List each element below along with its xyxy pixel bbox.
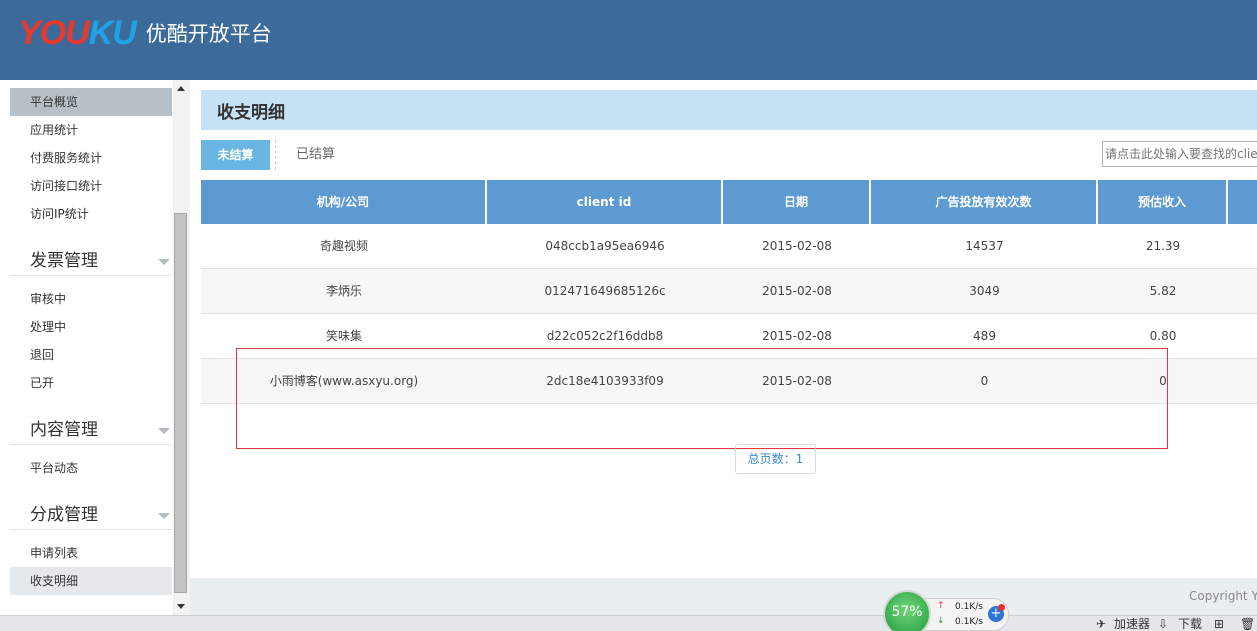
tab-unsettled[interactable]: 未结算	[201, 140, 270, 170]
pager-total-pages: 总页数：1	[735, 444, 816, 474]
sidebar-item-returned[interactable]: 退回	[10, 341, 172, 369]
main-content: 收支明细 未结算 已结算 机构/公司 client id 日期 广告投放有效次数…	[190, 80, 1257, 578]
sidebar-item-processing[interactable]: 处理中	[10, 313, 172, 341]
cell-company: 奇趣视频	[319, 239, 368, 253]
page-title: 收支明细	[217, 103, 285, 123]
download-icon[interactable]: ⇩	[1158, 616, 1168, 631]
logo-you: YOU	[18, 14, 90, 52]
scroll-up-arrow-icon[interactable]	[177, 86, 185, 91]
column-header-date: 日期	[723, 180, 871, 224]
sidebar-item-platform-overview[interactable]: 平台概览	[10, 88, 172, 116]
browser-status-bar: ✈ 加速器 ⇩ 下载 ⊞ 🗑	[0, 615, 1257, 631]
trash-icon[interactable]: 🗑	[1240, 616, 1255, 631]
table-row: 小雨博客(www.asxyu.org) 2dc18e4103933f09 201…	[201, 359, 1257, 404]
cell-client-id: 012471649685126c	[544, 284, 666, 298]
header: YOU KU 优酷开放平台	[0, 0, 1257, 80]
cell-client-id: 2dc18e4103933f09	[546, 374, 664, 388]
caret-down-icon	[158, 259, 170, 265]
cell-ad-count: 489	[973, 329, 996, 343]
platform-title: 优酷开放平台	[145, 22, 272, 46]
cell-income: 5.82	[1149, 284, 1177, 298]
column-header-estimated-income: 预估收入	[1098, 180, 1228, 224]
youku-logo[interactable]: YOU KU 优酷开放平台	[18, 14, 272, 53]
sidebar-group-label: 内容管理	[30, 420, 98, 440]
cell-company: 李炳乐	[325, 284, 362, 298]
sidebar-group-revenue-share[interactable]: 分成管理	[10, 500, 172, 530]
sidebar-item-api-stats[interactable]: 访问接口统计	[10, 172, 172, 200]
sidebar-item-income-details[interactable]: 收支明细	[10, 567, 172, 595]
sidebar-group-invoice[interactable]: 发票管理	[10, 246, 172, 276]
sidebar-item-application-list[interactable]: 申请列表	[10, 539, 172, 567]
sidebar-item-reviewing[interactable]: 审核中	[10, 285, 172, 313]
tab-settled[interactable]: 已结算	[296, 140, 335, 170]
cell-ad-count: 14537	[965, 239, 1004, 253]
download-label[interactable]: 下载	[1178, 616, 1202, 631]
caret-down-icon	[158, 428, 170, 434]
footer: Copyright Yo	[190, 578, 1257, 615]
sidebar-scrollbar[interactable]	[173, 80, 190, 615]
sidebar-item-issued[interactable]: 已开	[10, 369, 172, 397]
scroll-down-arrow-icon[interactable]	[177, 604, 185, 609]
cell-income: 21.39	[1145, 239, 1181, 253]
sidebar-group-label: 分成管理	[30, 505, 98, 525]
cell-client-id: d22c052c2f16ddb8	[546, 329, 664, 343]
scroll-thumb[interactable]	[174, 213, 187, 593]
logo-ku: KU	[88, 14, 137, 52]
cell-income: 0	[1159, 374, 1167, 388]
table-row: 笑味集 d22c052c2f16ddb8 2015-02-08 489 0.80	[201, 314, 1257, 359]
column-header-company: 机构/公司	[201, 180, 487, 224]
income-table: 机构/公司 client id 日期 广告投放有效次数 预估收入 奇趣视频 04…	[201, 180, 1257, 404]
client-id-search-input[interactable]	[1102, 141, 1257, 167]
cell-date: 2015-02-08	[762, 329, 832, 343]
notification-dot-icon	[998, 604, 1005, 611]
speed-percent-circle[interactable]: 57%	[883, 590, 931, 631]
sidebar-group-label: 发票管理	[30, 251, 98, 271]
table-header: 机构/公司 client id 日期 广告投放有效次数 预估收入	[201, 180, 1257, 224]
upload-speed: 0.1K/s	[955, 602, 983, 612]
accelerator-icon[interactable]: ✈	[1096, 616, 1106, 631]
cell-date: 2015-02-08	[762, 374, 832, 388]
download-arrow-icon: ↓	[937, 616, 945, 626]
window-icon[interactable]: ⊞	[1214, 616, 1224, 631]
sidebar-item-platform-news[interactable]: 平台动态	[10, 454, 172, 482]
tab-divider	[275, 140, 276, 170]
accelerator-label[interactable]: 加速器	[1114, 616, 1150, 631]
page-title-bar: 收支明细	[201, 90, 1257, 130]
cell-company: 小雨博客(www.asxyu.org)	[269, 374, 419, 388]
sidebar-item-ip-stats[interactable]: 访问IP统计	[10, 200, 172, 228]
sidebar-group-content[interactable]: 内容管理	[10, 415, 172, 445]
download-speed: 0.1K/s	[955, 617, 983, 627]
sidebar-item-app-stats[interactable]: 应用统计	[10, 116, 172, 144]
cell-ad-count: 3049	[969, 284, 1000, 298]
cell-date: 2015-02-08	[762, 284, 832, 298]
caret-down-icon	[158, 513, 170, 519]
sidebar-item-paid-service-stats[interactable]: 付费服务统计	[10, 144, 172, 172]
sidebar: 平台概览 应用统计 付费服务统计 访问接口统计 访问IP统计 发票管理 审核中 …	[0, 80, 190, 615]
column-header-extra	[1228, 180, 1257, 224]
cell-company: 笑味集	[325, 329, 362, 343]
column-header-client-id: client id	[487, 180, 723, 224]
copyright-text: Copyright Yo	[1189, 589, 1257, 603]
upload-arrow-icon: ↑	[937, 601, 945, 611]
network-speed-widget[interactable]: 57% ↑ 0.1K/s ↓ 0.1K/s +	[883, 590, 1011, 631]
sidebar-menu: 平台概览 应用统计 付费服务统计 访问接口统计 访问IP统计 发票管理 审核中 …	[10, 88, 172, 595]
column-header-ad-count: 广告投放有效次数	[871, 180, 1098, 224]
cell-income: 0.80	[1149, 329, 1177, 343]
cell-date: 2015-02-08	[762, 239, 832, 253]
cell-client-id: 048ccb1a95ea6946	[545, 239, 665, 253]
table-row: 李炳乐 012471649685126c 2015-02-08 3049 5.8…	[201, 269, 1257, 314]
cell-ad-count: 0	[980, 374, 989, 388]
table-row: 奇趣视频 048ccb1a95ea6946 2015-02-08 14537 2…	[201, 224, 1257, 269]
